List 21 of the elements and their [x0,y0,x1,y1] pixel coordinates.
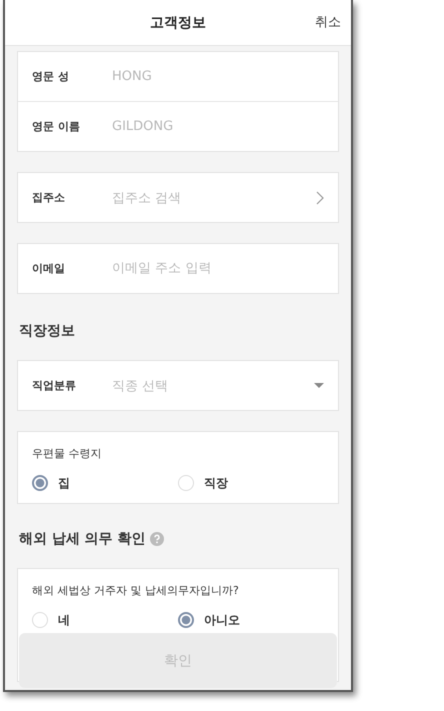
field-label: 이메일 [32,261,66,276]
cancel-button[interactable]: 취소 [315,13,341,31]
input-field[interactable]: 이메일 주소 입력 [112,259,324,278]
section-title: 해외 납세 의무 확인 [19,530,146,548]
section-title: 직장정보 [19,322,76,340]
dropdown-caret-icon [314,382,324,388]
chevron-right-icon [316,190,324,204]
radio-option[interactable]: 아니오 [178,608,324,632]
radio-option[interactable]: 집 [32,471,178,495]
input-field[interactable]: HONG [112,67,324,86]
radio-option[interactable]: 네 [32,608,178,632]
help-icon[interactable] [150,532,164,546]
field-label: 집주소 [32,190,66,205]
screen-title: 고객정보 [150,14,206,32]
field-label: 영문 이름 [32,119,81,134]
question-label: 우편물 수령지 [32,446,102,461]
field-label: 영문 성 [32,69,70,84]
question-label: 해외 세법상 거주자 및 납세의무자입니까? [32,583,240,598]
field-label: 직업분류 [32,378,77,393]
input-field[interactable]: GILDONG [112,117,324,136]
radio-option[interactable]: 직장 [178,471,324,495]
